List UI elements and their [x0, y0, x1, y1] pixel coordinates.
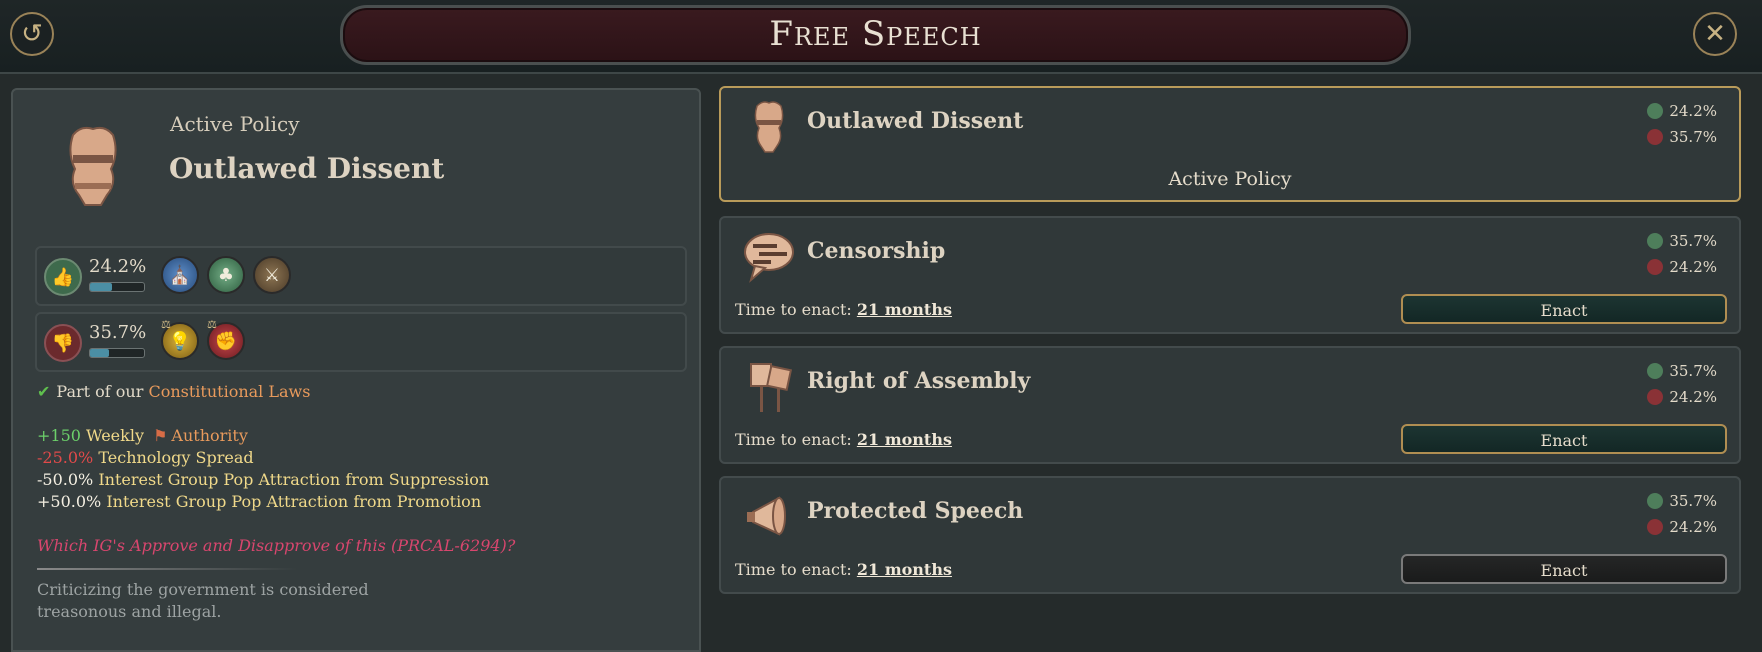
effect-text: Interest Group Pop Attraction from Suppr…: [98, 470, 490, 489]
time-label: Time to enact:: [735, 300, 852, 319]
policy-name: Outlawed Dissent: [807, 108, 1024, 134]
ig-question-link[interactable]: Which IG's Approve and Disapprove of thi…: [37, 536, 515, 555]
disapproval-row[interactable]: 👍 35.7% ⚖ 💡 ⚖ ✊: [35, 312, 687, 372]
time-value[interactable]: 21 months: [857, 560, 952, 579]
active-policy-name: Outlawed Dissent: [169, 152, 445, 185]
title-plate: Free Speech: [340, 5, 1411, 65]
enact-button[interactable]: Enact: [1401, 554, 1727, 584]
policy-description: Criticizing the government is considered…: [37, 580, 369, 621]
time-to-enact: Time to enact: 21 months: [735, 560, 952, 579]
megaphone-icon: [747, 496, 786, 536]
divider: [37, 568, 297, 570]
thumbs-down-icon: [1647, 129, 1664, 145]
back-button[interactable]: ↺: [10, 12, 54, 56]
masked-face-icon: [69, 126, 117, 206]
disapprove-stat: 24.2%: [1647, 518, 1717, 536]
policy-card-censorship[interactable]: Censorship 35.7% 24.2% Time to enact: 21…: [719, 216, 1741, 334]
effect-suppression: -50.0% Interest Group Pop Attraction fro…: [37, 470, 489, 489]
approval-percent: 24.2%: [89, 256, 147, 277]
time-to-enact: Time to enact: 21 months: [735, 430, 952, 449]
thumbs-up-icon: [1647, 363, 1664, 379]
approve-value: 35.7%: [1669, 362, 1717, 380]
effect-value: -50.0%: [37, 470, 94, 489]
constitutional-laws-line: ✔ Part of our Constitutional Laws: [37, 382, 310, 401]
effect-value: +150: [37, 426, 81, 445]
active-policy-kicker: Active Policy: [170, 112, 300, 136]
thumbs-up-icon: 👍: [44, 258, 82, 296]
policy-card-protected-speech[interactable]: Protected Speech 35.7% 24.2% Time to ena…: [719, 476, 1741, 594]
effect-text: Interest Group Pop Attraction from Promo…: [106, 492, 482, 511]
thumbs-up-icon: [1647, 233, 1664, 249]
effect-value: +50.0%: [37, 492, 102, 511]
disapprove-value: 24.2%: [1669, 518, 1717, 536]
policy-name: Censorship: [807, 238, 946, 264]
time-value[interactable]: 21 months: [857, 300, 952, 319]
authority-icon: ⚑: [153, 426, 168, 445]
time-label: Time to enact:: [735, 560, 852, 579]
intelligentsia-ig-icon[interactable]: ⚖ 💡: [161, 318, 199, 360]
approve-stat: 24.2%: [1647, 102, 1717, 120]
policy-card-outlawed-dissent[interactable]: Outlawed Dissent 24.2% 35.7% Active Poli…: [719, 86, 1741, 202]
protest-signs-icon: [750, 363, 793, 412]
policy-card-right-of-assembly[interactable]: Right of Assembly 35.7% 24.2% Time to en…: [719, 346, 1741, 464]
approval-bar-fill: [90, 283, 112, 291]
leader-badge-icon: ⚖: [161, 318, 171, 331]
disapprove-value: 24.2%: [1669, 388, 1717, 406]
masked-face-icon: [754, 101, 784, 153]
approve-value: 35.7%: [1669, 232, 1717, 250]
time-label: Time to enact:: [735, 430, 852, 449]
armed-forces-ig-icon[interactable]: ⚔: [253, 256, 291, 294]
time-to-enact: Time to enact: 21 months: [735, 300, 952, 319]
thumbs-up-icon: [1647, 103, 1664, 119]
disapprove-value: 24.2%: [1669, 258, 1717, 276]
trade-unions-ig-icon[interactable]: ⚖ ✊: [207, 318, 245, 360]
effect-text: Weekly: [86, 426, 144, 445]
thumbs-down-icon: 👍: [44, 324, 82, 362]
policy-name: Protected Speech: [807, 498, 1024, 524]
disapprove-stat: 24.2%: [1647, 258, 1717, 276]
time-value[interactable]: 21 months: [857, 430, 952, 449]
enact-button[interactable]: Enact: [1401, 294, 1727, 324]
approval-row[interactable]: 👍 24.2% ⛪ ♣ ⚔: [35, 246, 687, 306]
speech-bubble-icon: [744, 233, 794, 283]
active-policy-panel: Active Policy Outlawed Dissent 👍 24.2% ⛪…: [11, 88, 701, 652]
disapprove-value: 35.7%: [1669, 128, 1717, 146]
disapproval-bar: [89, 348, 145, 358]
rural-folk-ig-icon[interactable]: ♣: [207, 256, 245, 294]
constitutional-laws-link[interactable]: Constitutional Laws: [148, 382, 310, 401]
approve-stat: 35.7%: [1647, 492, 1717, 510]
approve-stat: 35.7%: [1647, 362, 1717, 380]
effect-authority: +150 Weekly ⚑ Authority: [37, 426, 248, 445]
checkmark-icon: ✔: [37, 382, 51, 401]
devout-ig-icon[interactable]: ⛪: [161, 256, 199, 294]
approval-bar: [89, 282, 145, 292]
disapprove-stat: 35.7%: [1647, 128, 1717, 146]
approve-value: 35.7%: [1669, 492, 1717, 510]
enact-button[interactable]: Enact: [1401, 424, 1727, 454]
leader-badge-icon: ⚖: [207, 318, 217, 331]
policy-name: Right of Assembly: [807, 368, 1031, 394]
constitutional-prefix: Part of our: [56, 382, 144, 401]
effect-tech-spread: -25.0% Technology Spread: [37, 448, 254, 467]
approve-stat: 35.7%: [1647, 232, 1717, 250]
effect-promotion: +50.0% Interest Group Pop Attraction fro…: [37, 492, 481, 511]
effect-text: Technology Spread: [98, 448, 254, 467]
disapproval-bar-fill: [90, 349, 109, 357]
disapproval-percent: 35.7%: [89, 322, 147, 343]
thumbs-down-icon: [1647, 519, 1664, 535]
top-bar: ↺ Free Speech ✕: [0, 0, 1762, 74]
thumbs-down-icon: [1647, 389, 1664, 405]
disapprove-stat: 24.2%: [1647, 388, 1717, 406]
page-title: Free Speech: [769, 14, 982, 54]
active-policy-status: Active Policy: [1168, 168, 1292, 190]
close-icon: ✕: [1704, 19, 1726, 49]
authority-link[interactable]: Authority: [171, 426, 247, 445]
thumbs-down-icon: [1647, 259, 1664, 275]
approve-value: 24.2%: [1669, 102, 1717, 120]
thumbs-up-icon: [1647, 493, 1664, 509]
close-button[interactable]: ✕: [1693, 12, 1737, 56]
back-icon: ↺: [21, 19, 43, 49]
effect-value: -25.0%: [37, 448, 94, 467]
